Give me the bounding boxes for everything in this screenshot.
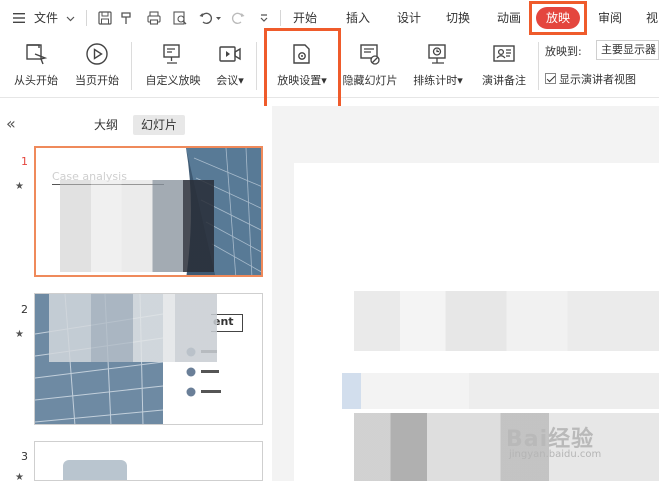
rehearse-timings-button[interactable]: 排练计时▾ (406, 40, 470, 94)
print-preview-icon[interactable] (172, 10, 188, 26)
hamburger-menu-icon[interactable] (12, 11, 26, 25)
play-to-label: 放映到: (545, 45, 582, 58)
presenter-view-checkbox[interactable]: 显示演讲者视图 (545, 71, 636, 87)
file-menu[interactable]: 文件 (34, 0, 58, 36)
video-meeting-icon (219, 46, 241, 62)
meeting-button[interactable]: 会议▾ (210, 40, 250, 94)
presenter-view-label: 显示演讲者视图 (559, 73, 636, 86)
tab-outline[interactable]: 大纲 (86, 115, 126, 135)
slide-thumbnail-3[interactable] (34, 441, 263, 481)
chevron-down-icon[interactable] (66, 14, 75, 23)
customize-toolbar-icon[interactable] (259, 13, 269, 23)
tab-review[interactable]: 审阅 (598, 0, 622, 36)
animation-star-icon: ★ (15, 329, 24, 340)
speaker-notes-button[interactable]: 演讲备注 (474, 40, 534, 94)
meeting-label: 会议▾ (216, 74, 244, 87)
format-painter-icon[interactable] (119, 10, 135, 26)
print-icon[interactable] (146, 10, 162, 26)
from-current-label: 当页开始 (75, 74, 119, 87)
slide-number-3: 3 (21, 450, 28, 463)
tab-transitions[interactable]: 切换 (446, 0, 470, 36)
custom-show-label: 自定义放映 (145, 74, 201, 87)
speaker-notes-icon (493, 45, 515, 62)
collapse-panel-icon[interactable]: « (6, 114, 16, 133)
hide-slide-label: 隐藏幻灯片 (342, 74, 398, 87)
from-beginning-button[interactable]: 从头开始 (8, 40, 64, 94)
undo-icon[interactable] (198, 10, 214, 26)
hide-slide-button[interactable]: 隐藏幻灯片 (338, 40, 402, 94)
play-from-start-icon (26, 44, 48, 65)
save-icon[interactable] (97, 10, 113, 26)
checkbox-checked-icon[interactable] (545, 73, 556, 84)
slide-number-2: 2 (21, 303, 28, 316)
redo-icon[interactable] (230, 10, 246, 26)
slide-thumbnail-1[interactable]: Case analysis (34, 146, 263, 277)
tab-animations[interactable]: 动画 (497, 0, 521, 36)
undo-dropdown-icon[interactable] (215, 15, 222, 22)
slide-number-1: 1 (21, 155, 28, 168)
blurred-region (60, 180, 214, 272)
watermark-url: jingyan.baidu.com (509, 449, 602, 460)
from-current-button[interactable]: 当页开始 (68, 40, 126, 94)
play-circle-icon (86, 43, 108, 65)
custom-show-icon (163, 44, 180, 64)
slide-canvas[interactable] (294, 163, 659, 481)
blurred-region (354, 291, 659, 351)
slide-thumbnail-2[interactable]: ent (34, 293, 263, 425)
animation-star-icon: ★ (15, 181, 24, 192)
highlight-box-slideshow-tab (529, 1, 587, 35)
hide-slide-icon (360, 44, 380, 65)
play-to-select[interactable]: 主要显示器 (596, 40, 659, 60)
rehearse-timer-icon (428, 44, 446, 64)
from-beginning-label: 从头开始 (14, 74, 58, 87)
tab-slides[interactable]: 幻灯片 (133, 115, 186, 135)
tab-design[interactable]: 设计 (397, 0, 421, 36)
blurred-region (49, 294, 217, 362)
tab-view[interactable]: 视 (646, 0, 658, 36)
custom-show-button[interactable]: 自定义放映 (139, 40, 207, 94)
speaker-notes-label: 演讲备注 (482, 74, 526, 87)
rehearse-timings-label: 排练计时▾ (413, 74, 463, 87)
slide-3-shape (63, 460, 127, 480)
tab-insert[interactable]: 插入 (346, 0, 370, 36)
blurred-region (342, 373, 659, 409)
animation-star-icon: ★ (15, 472, 24, 481)
